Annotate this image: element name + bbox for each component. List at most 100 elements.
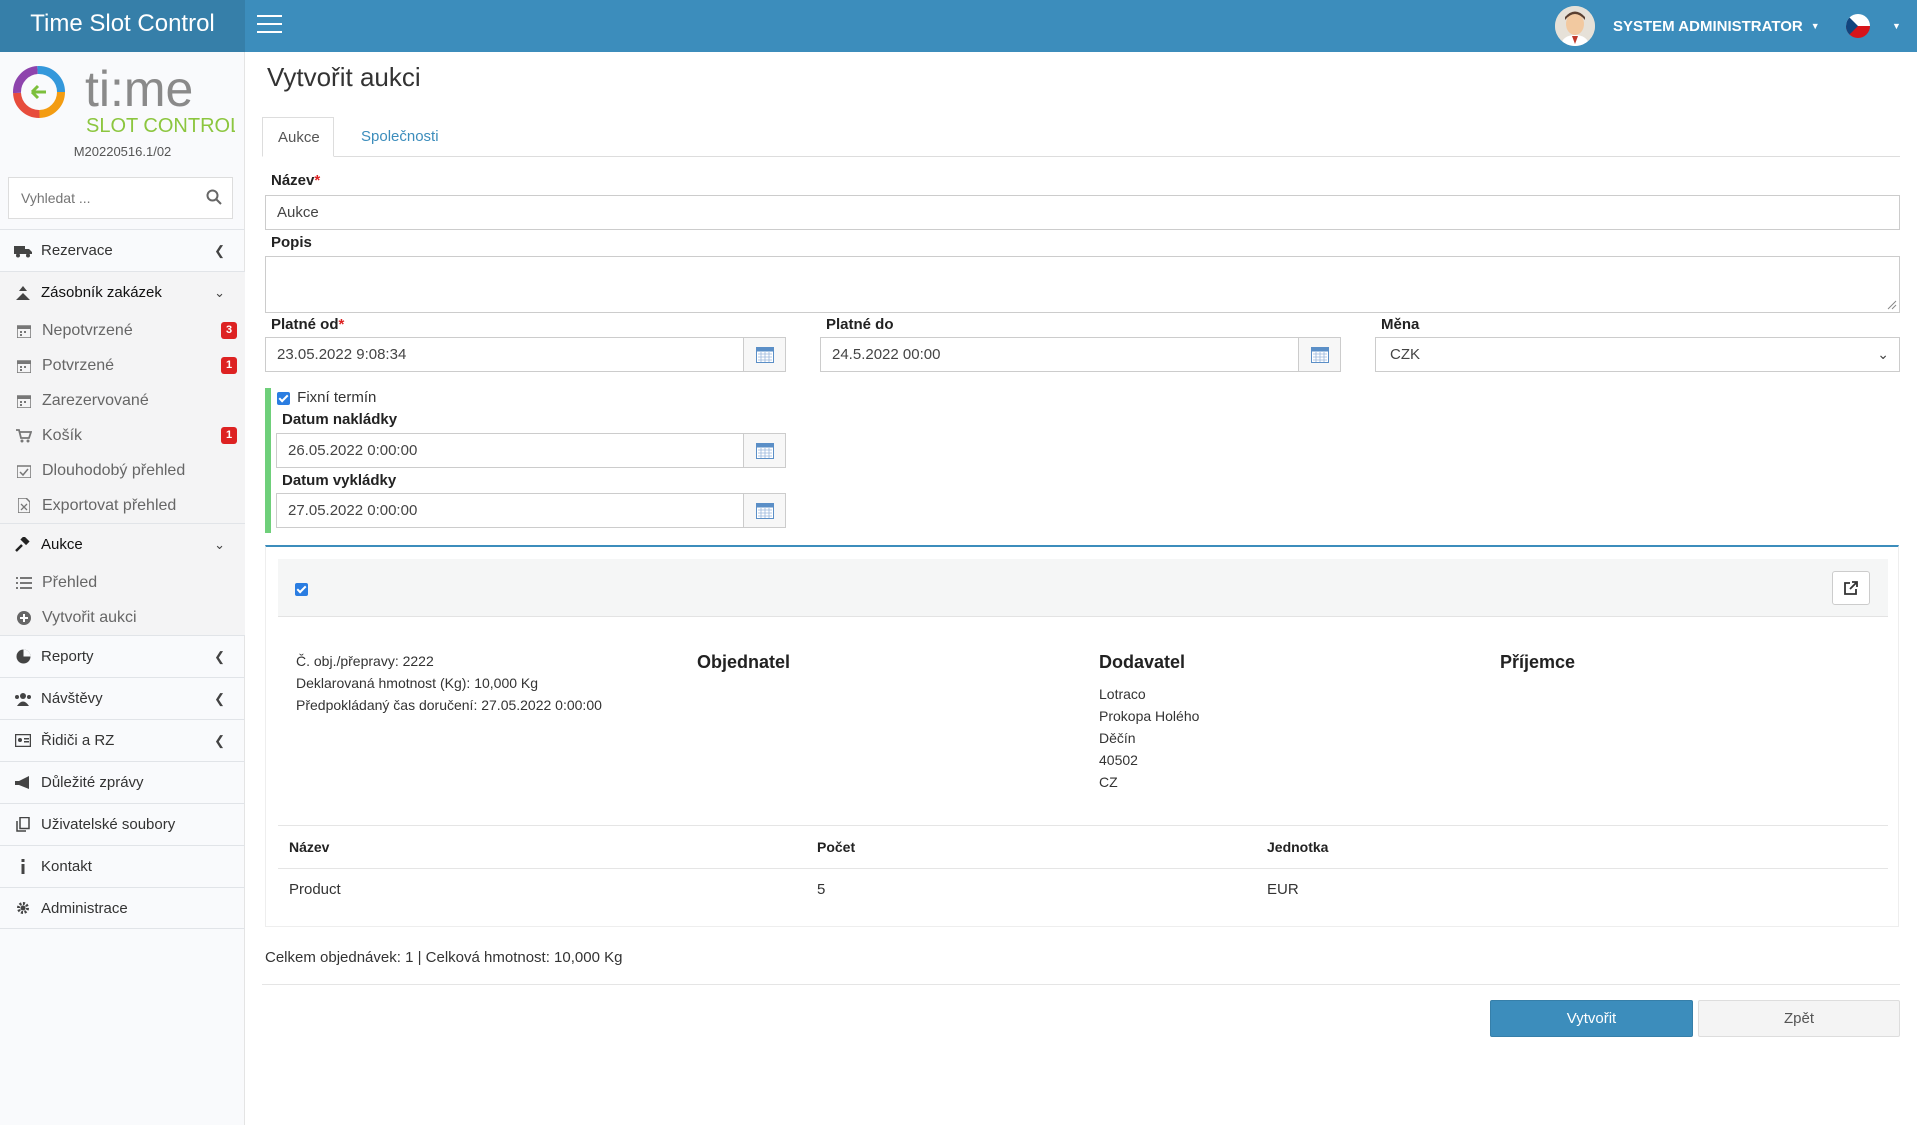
currency-label: Měna — [1381, 316, 1420, 333]
address-line: Děčín — [1099, 730, 1136, 746]
sidebar-item-kontakt[interactable]: Kontakt — [0, 845, 245, 887]
cubes-icon — [13, 285, 33, 301]
sidebar-item-zarezervovane[interactable]: Zarezervované — [0, 383, 245, 418]
sidebar-item-label: Zarezervované — [42, 391, 149, 409]
loading-date-label: Datum nakládky — [282, 411, 398, 428]
search-icon[interactable] — [206, 189, 222, 209]
currency-select[interactable]: CZK ⌄ — [1375, 337, 1900, 372]
loading-date-value: 26.05.2022 0:00:00 — [288, 442, 418, 459]
info-icon — [13, 859, 33, 874]
external-link-icon — [1844, 581, 1858, 595]
sidebar-item-zasobnik[interactable]: Zásobník zakázek ⌄ — [0, 271, 245, 313]
valid-to-field[interactable]: 24.5.2022 00:00 — [820, 337, 1341, 372]
sidebar-item-dlouhodoby-prehled[interactable]: Dlouhodobý přehled — [0, 453, 245, 488]
user-name: SYSTEM ADMINISTRATOR — [1613, 17, 1803, 35]
description-field[interactable] — [265, 256, 1900, 313]
declared-weight: Deklarovaná hmotnost (Kg): 10,000 Kg — [296, 675, 539, 691]
chevron-down-icon: ⌄ — [214, 536, 225, 552]
sidebar-item-administrace[interactable]: Administrace — [0, 887, 245, 929]
chevron-left-icon: ❮ — [214, 690, 225, 706]
address-line: 40502 — [1099, 752, 1138, 768]
sidebar-item-label: Důležité zprávy — [41, 774, 144, 791]
plus-circle-icon — [14, 610, 34, 625]
orders-summary: Celkem objednávek: 1 | Celková hmotnost:… — [265, 949, 623, 966]
id-card-icon — [13, 734, 33, 747]
unloading-date-label: Datum vykládky — [282, 472, 397, 489]
page-title: Vytvořit aukci — [267, 62, 421, 92]
tab-spolecnosti[interactable]: Společnosti — [346, 117, 454, 157]
sidebar-item-label: Aukce — [41, 536, 83, 553]
create-button[interactable]: Vytvořit — [1490, 1000, 1693, 1037]
sidebar-item-dulezite-zpravy[interactable]: Důležité zprávy — [0, 761, 245, 803]
users-icon — [13, 692, 33, 706]
search-input[interactable] — [9, 178, 194, 218]
items-table-header: Název Počet Jednotka — [278, 825, 1888, 869]
unloading-date-field[interactable]: 27.05.2022 0:00:00 — [276, 493, 786, 528]
sidebar-nav: Rezervace ❮ Zásobník zakázek ⌄ Nepotvrze… — [0, 229, 245, 929]
sidebar-item-navstevy[interactable]: Návštěvy ❮ — [0, 677, 245, 719]
sidebar-item-rezervace[interactable]: Rezervace ❮ — [0, 229, 245, 271]
sidebar-item-label: Zásobník zakázek — [41, 284, 162, 301]
expected-delivery: Předpokládaný čas doručení: 27.05.2022 0… — [296, 697, 602, 713]
caret-down-icon: ▼ — [1892, 21, 1901, 31]
name-field[interactable]: Aukce — [265, 195, 1900, 230]
back-button[interactable]: Zpět — [1698, 1000, 1900, 1037]
calendar-icon[interactable] — [1298, 338, 1340, 371]
sidebar-item-label: Reporty — [41, 648, 94, 665]
open-external-button[interactable] — [1832, 571, 1870, 605]
valid-from-field[interactable]: 23.05.2022 9:08:34 — [265, 337, 786, 372]
calendar-check-icon — [14, 464, 34, 478]
calendar-icon[interactable] — [743, 494, 785, 527]
sidebar-item-label: Uživatelské soubory — [41, 816, 176, 833]
order-card-header — [278, 559, 1888, 617]
sidebar-item-label: Kontakt — [41, 858, 92, 875]
pie-chart-icon — [13, 649, 33, 664]
chevron-left-icon: ❮ — [214, 648, 225, 664]
order-select-checkbox[interactable] — [295, 583, 308, 596]
app-version: M20220516.1/02 — [73, 144, 172, 159]
list-icon — [14, 576, 34, 590]
calendar-icon[interactable] — [743, 338, 785, 371]
cart-icon — [14, 428, 34, 443]
sidebar-item-kosik[interactable]: Košík 1 — [0, 418, 245, 453]
sidebar-item-vytvorit-aukci[interactable]: Vytvořit aukci — [0, 600, 245, 635]
fixed-term-checkbox[interactable] — [277, 391, 290, 405]
logo-text: ti:me — [85, 62, 193, 117]
sidebar-item-potvrzene[interactable]: Potvrzené 1 — [0, 348, 245, 383]
divider — [262, 984, 1900, 985]
sidebar-item-reporty[interactable]: Reporty ❮ — [0, 635, 245, 677]
column-header-count: Počet — [817, 839, 856, 855]
top-header: Time Slot Control SYSTEM ADMINISTRATOR ▼… — [0, 0, 1917, 52]
sidebar-search — [8, 177, 233, 219]
count-badge: 1 — [221, 357, 237, 374]
tab-aukce[interactable]: Aukce — [262, 117, 334, 157]
fixed-term-checkbox-row[interactable]: Fixní termín — [277, 389, 376, 406]
sidebar-item-nepotvrzene[interactable]: Nepotvrzené 3 — [0, 313, 245, 348]
address-line: Prokopa Holého — [1099, 708, 1200, 724]
sidebar-item-uzivatelske-soubory[interactable]: Uživatelské soubory — [0, 803, 245, 845]
calendar-icon[interactable] — [743, 434, 785, 467]
brand-title[interactable]: Time Slot Control — [0, 0, 245, 52]
name-label-text: Název — [271, 172, 315, 189]
sidebar-item-ridici[interactable]: Řidiči a RZ ❮ — [0, 719, 245, 761]
menu-toggle-icon[interactable] — [257, 15, 282, 35]
sidebar-item-exportovat-prehled[interactable]: Exportovat přehled — [0, 488, 245, 523]
currency-value: CZK — [1390, 346, 1420, 363]
sidebar: ti:me SLOT CONTROL M20220516.1/02 Rezerv… — [0, 52, 245, 1125]
valid-to-value: 24.5.2022 00:00 — [832, 346, 941, 363]
language-selector[interactable]: ▼ — [1846, 14, 1901, 38]
address-line: Lotraco — [1099, 686, 1146, 702]
user-menu[interactable]: SYSTEM ADMINISTRATOR ▼ — [1555, 6, 1820, 46]
cz-flag-icon — [1846, 14, 1870, 38]
loading-date-field[interactable]: 26.05.2022 0:00:00 — [276, 433, 786, 468]
bullhorn-icon — [13, 775, 33, 790]
sidebar-item-prehled[interactable]: Přehled — [0, 565, 245, 600]
sidebar-item-aukce[interactable]: Aukce ⌄ — [0, 523, 245, 565]
sidebar-item-label: Přehled — [42, 573, 98, 591]
sidebar-item-label: Nepotvrzené — [42, 321, 133, 339]
gavel-icon — [13, 536, 33, 553]
column-header-name: Název — [289, 839, 330, 855]
sidebar-item-label: Dlouhodobý přehled — [42, 461, 186, 479]
recipient-title: Příjemce — [1500, 652, 1576, 672]
unloading-date-value: 27.05.2022 0:00:00 — [288, 502, 418, 519]
